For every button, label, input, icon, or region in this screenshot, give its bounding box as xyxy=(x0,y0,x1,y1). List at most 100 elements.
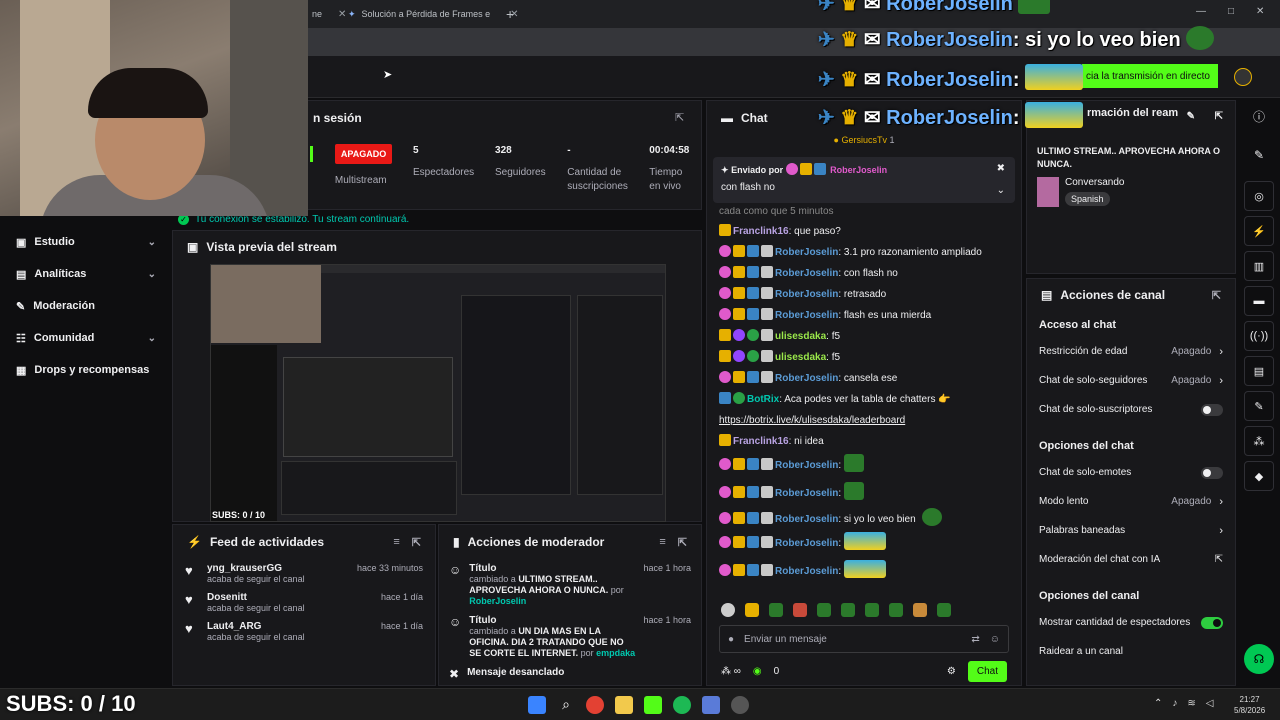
gear-icon[interactable]: ⚙ xyxy=(947,666,956,677)
chat-username[interactable]: RoberJoselin xyxy=(775,373,838,384)
follower-name[interactable]: Dosenitt xyxy=(207,592,305,603)
emote-icon[interactable] xyxy=(769,603,783,617)
mic-icon[interactable]: ♪ xyxy=(1172,698,1177,709)
windows-start-icon[interactable] xyxy=(528,696,546,714)
toggle-switch[interactable] xyxy=(1201,466,1223,479)
obs-icon[interactable] xyxy=(731,696,749,714)
emote-icon[interactable] xyxy=(841,603,855,617)
chrome-icon[interactable] xyxy=(586,696,604,714)
community-icon[interactable]: ⁂ xyxy=(1244,426,1274,456)
wifi-icon[interactable]: ≋ xyxy=(1187,698,1195,709)
setting-row[interactable]: Restricción de edad Apagado › xyxy=(1027,337,1235,366)
setting-row[interactable]: Chat de solo-suscriptores xyxy=(1027,395,1235,424)
action-by[interactable]: RoberJoselin xyxy=(469,596,526,606)
close-icon[interactable]: ✕ xyxy=(338,9,346,20)
chat-username[interactable]: RoberJoselin xyxy=(775,566,838,577)
info-icon[interactable]: ⓘ xyxy=(1242,98,1276,134)
setting-row[interactable]: Mostrar cantidad de espectadores xyxy=(1027,608,1235,637)
emote-icon[interactable] xyxy=(721,603,735,617)
pinned-user[interactable]: RoberJoselin xyxy=(830,165,887,175)
panel-header: ⚡ Feed de actividades ≡ ⇱ xyxy=(173,525,435,559)
follower-name[interactable]: Laut4_ARG xyxy=(207,621,305,632)
language-tag[interactable]: Spanish xyxy=(1065,192,1110,206)
unpin-icon[interactable]: ✖ xyxy=(997,163,1005,174)
clock[interactable]: 21:27 5/8/2026 xyxy=(1234,694,1265,716)
chat-input[interactable]: ● Enviar un mensaje ⇄ ☺ xyxy=(719,625,1009,653)
broadcast-icon[interactable]: ((·)) xyxy=(1244,321,1274,351)
sidebar-item-comunidad[interactable]: ☷ Comunidad ⌄ xyxy=(0,322,172,354)
follower-name[interactable]: yng_krauserGG xyxy=(207,563,305,574)
support-icon[interactable]: ☊ xyxy=(1244,644,1274,674)
sidebar-item-estudio[interactable]: ▣ Estudio ⌄ xyxy=(0,226,172,258)
sidebar-item-drops[interactable]: ▦ Drops y recompensas xyxy=(0,354,172,386)
kick-icon[interactable] xyxy=(644,696,662,714)
sidebar-item-analiticas[interactable]: ▤ Analíticas ⌄ xyxy=(0,258,172,290)
send-chat-button[interactable]: Chat xyxy=(967,661,1007,682)
setting-row[interactable]: Modo lento Apagado › xyxy=(1027,487,1235,516)
chat-link[interactable]: https://botrix.live/k/ulisesdaka/leaderb… xyxy=(719,415,905,426)
action-by[interactable]: empdaka xyxy=(596,648,635,658)
setting-row[interactable]: Moderación del chat con IA ⇱ xyxy=(1027,545,1235,574)
lightning-icon[interactable]: ⚡ xyxy=(1244,216,1274,246)
chat-username[interactable]: RoberJoselin xyxy=(775,538,838,549)
status-badge: APAGADO xyxy=(334,144,393,164)
gift-user[interactable]: GersiucsTv xyxy=(841,135,887,145)
browser-tab[interactable]: ne ✕ xyxy=(312,4,346,24)
close-icon[interactable]: ✕ xyxy=(1256,6,1264,17)
new-tab-button[interactable]: + xyxy=(506,4,514,24)
wrench-icon[interactable]: ✎ xyxy=(1244,391,1274,421)
toggle-switch[interactable] xyxy=(1201,616,1223,629)
popout-icon[interactable]: ⇱ xyxy=(675,111,684,124)
chat-username[interactable]: RoberJoselin xyxy=(775,488,838,499)
chat-username[interactable]: ulisesdaka xyxy=(775,331,826,342)
search-icon[interactable]: ⌕ xyxy=(557,696,575,714)
setting-row[interactable]: Chat de solo-emotes xyxy=(1027,458,1235,487)
chat-icon[interactable]: ▬ xyxy=(1244,286,1274,316)
translate-icon[interactable]: ⇄ xyxy=(971,634,979,645)
setting-row[interactable]: Raidear a un canal xyxy=(1027,637,1235,666)
emote-icon[interactable] xyxy=(793,603,807,617)
emote-icon[interactable] xyxy=(745,603,759,617)
setting-row[interactable]: Palabras baneadas › xyxy=(1027,516,1235,545)
chat-username[interactable]: Franclink16 xyxy=(733,436,789,447)
emote-icon[interactable] xyxy=(889,603,903,617)
chat-username[interactable]: RoberJoselin xyxy=(775,310,838,321)
popout-icon[interactable]: ⇱ xyxy=(1212,289,1221,302)
emote-icon[interactable] xyxy=(937,603,951,617)
clipboard-icon[interactable]: ▥ xyxy=(1244,251,1274,281)
browser-tab[interactable]: ✦ Solución a Pérdida de Frames e ✕ xyxy=(348,4,519,24)
users-icon[interactable]: ⁂ ∞ xyxy=(721,666,741,677)
emote-icon[interactable] xyxy=(817,603,831,617)
popout-icon[interactable]: ⇱ xyxy=(678,536,687,549)
filter-icon[interactable]: ≡ xyxy=(659,536,665,549)
drops-icon[interactable]: ◆ xyxy=(1244,461,1274,491)
popout-icon[interactable]: ⇱ xyxy=(412,536,421,549)
folder-icon[interactable] xyxy=(615,696,633,714)
pinned-message[interactable]: ✦ Enviado por RoberJoselin con flash no … xyxy=(713,157,1015,203)
chat-username[interactable]: BotRix xyxy=(747,394,779,405)
shield-app-icon[interactable] xyxy=(702,696,720,714)
chevron-up-icon[interactable]: ⌃ xyxy=(1154,698,1162,709)
chat-username[interactable]: ulisesdaka xyxy=(775,352,826,363)
toggle-switch[interactable] xyxy=(1201,403,1223,416)
sidebar-item-moderacion[interactable]: ✎ Moderación xyxy=(0,290,172,322)
chat-username[interactable]: RoberJoselin xyxy=(775,247,838,258)
category-name[interactable]: Conversando xyxy=(1065,177,1124,188)
emote-icon[interactable] xyxy=(865,603,879,617)
filter-icon[interactable]: ≡ xyxy=(393,536,399,549)
spotify-icon[interactable] xyxy=(673,696,691,714)
setting-row[interactable]: Chat de solo-seguidores Apagado › xyxy=(1027,366,1235,395)
chat-username[interactable]: RoberJoselin xyxy=(775,514,838,525)
chat-username[interactable]: RoberJoselin xyxy=(775,289,838,300)
volume-icon[interactable]: ◁ xyxy=(1206,698,1214,709)
chat-username[interactable]: RoberJoselin xyxy=(775,268,838,279)
chat-username[interactable]: RoberJoselin xyxy=(775,460,838,471)
chevron-down-icon[interactable]: ⌄ xyxy=(997,185,1005,196)
emote-icon[interactable] xyxy=(913,603,927,617)
pen-icon[interactable]: ✎ xyxy=(1242,134,1276,176)
focus-icon[interactable]: ◎ xyxy=(1244,181,1274,211)
smile-icon[interactable]: ☺ xyxy=(990,634,1000,645)
id-card-icon[interactable]: ▤ xyxy=(1244,356,1274,386)
emoji-icon[interactable]: ● xyxy=(728,634,734,645)
chat-username[interactable]: Franclink16 xyxy=(733,226,789,237)
